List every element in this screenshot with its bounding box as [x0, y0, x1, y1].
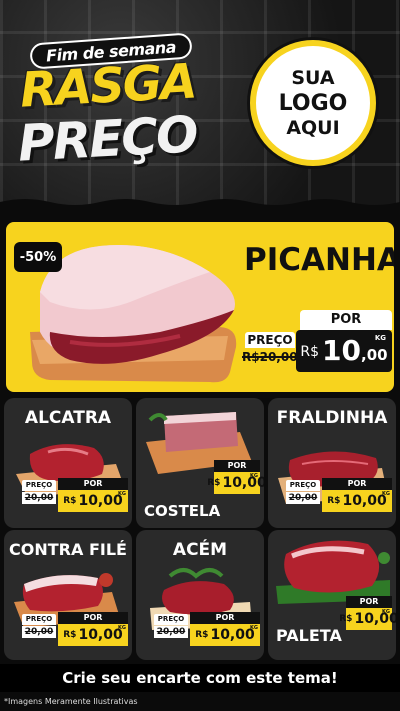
price-currency: R$ — [63, 630, 77, 640]
featured-preco-label: PREÇO — [245, 332, 295, 348]
logo-line-2: LOGO — [278, 90, 348, 116]
product-name: FRALDINHA — [276, 408, 388, 428]
disclaimer-text: *Imagens Meramente Ilustrativas — [4, 697, 138, 706]
featured-price: R$ 10 ,00 KG — [296, 330, 392, 372]
por-label: POR — [214, 460, 260, 472]
featured-price-decimal: ,00 — [361, 346, 388, 364]
featured-old-price: R$20,00 — [242, 350, 298, 364]
header-wave-divider — [0, 199, 400, 216]
price-tag: R$ 10,00 KG — [207, 472, 264, 494]
featured-product-name: PICANHA — [244, 242, 394, 278]
price-unit: KG — [250, 473, 258, 479]
price-tag: R$ 10,00 KG — [58, 490, 128, 512]
price-unit: KG — [250, 625, 258, 631]
preco-label: PREÇO — [154, 614, 188, 625]
price-value: 10,00 — [78, 493, 123, 509]
price-currency: R$ — [207, 478, 221, 488]
price-currency: R$ — [195, 630, 209, 640]
price-unit: KG — [382, 609, 390, 615]
logo-line-1: SUA — [291, 66, 335, 89]
por-label: POR — [346, 596, 392, 608]
featured-product-card[interactable]: -50% PICANHA POR PREÇO R$20,00 R$ 10 ,00… — [6, 222, 394, 392]
featured-price-integer: 10 — [322, 334, 362, 367]
old-price: 20,00 — [22, 626, 56, 638]
logo-line-3: AQUI — [286, 116, 340, 139]
title-preco: PREÇO — [16, 105, 198, 173]
price-value: 10,00 — [210, 627, 255, 643]
preco-label: PREÇO — [286, 480, 320, 491]
price-unit: KG — [118, 625, 126, 631]
preco-label: PREÇO — [22, 480, 56, 491]
por-label: POR — [322, 478, 392, 490]
por-label: POR — [58, 478, 128, 490]
old-price: 20,00 — [286, 492, 320, 504]
product-card[interactable]: ALCATRA PREÇO 20,00 POR R$ 10,00 KG — [4, 398, 132, 528]
price-value: 10,00 — [342, 493, 387, 509]
product-card[interactable]: CONTRA FILÉ PREÇO 20,00 POR R$ 10,00 KG — [4, 530, 132, 660]
product-card[interactable]: ACÉM PREÇO 20,00 POR R$ 10,00 KG — [136, 530, 264, 660]
price-currency: R$ — [327, 496, 341, 506]
price-tag: R$ 10,00 KG — [322, 490, 392, 512]
price-tag: R$ 10,00 KG — [58, 624, 128, 646]
discount-badge: -50% — [14, 242, 62, 272]
product-card[interactable]: PALETA PREÇO 20,00 POR R$ 10,00 KG — [268, 530, 396, 660]
product-name: ALCATRA — [24, 408, 112, 428]
preco-label: PREÇO — [22, 614, 56, 625]
product-card[interactable]: COSTELA PREÇO 20,00 POR R$ 10,00 KG — [136, 398, 264, 528]
price-unit: KG — [382, 491, 390, 497]
product-card[interactable]: FRALDINHA PREÇO 20,00 POR R$ 10,00 KG — [268, 398, 396, 528]
price-value: 10,00 — [78, 627, 123, 643]
price-unit: KG — [118, 491, 126, 497]
price-tag: R$ 10,00 KG — [339, 608, 396, 630]
featured-unit: KG — [374, 334, 386, 342]
por-label: POR — [58, 612, 128, 624]
old-price: 20,00 — [154, 626, 188, 638]
product-name: COSTELA — [144, 502, 221, 520]
create-flyer-cta[interactable]: Crie seu encarte com este tema! — [0, 664, 400, 692]
featured-por-label: POR — [300, 310, 392, 330]
logo-placeholder[interactable]: SUA LOGO AQUI — [250, 40, 376, 166]
header-banner: Fim de semana RASGA PREÇO SUA LOGO AQUI — [0, 0, 400, 210]
featured-currency: R$ — [300, 344, 320, 360]
price-currency: R$ — [63, 496, 77, 506]
old-price: 20,00 — [22, 492, 56, 504]
price-tag: R$ 10,00 KG — [190, 624, 260, 646]
por-label: POR — [190, 612, 260, 624]
price-currency: R$ — [339, 614, 353, 624]
product-name: PALETA — [276, 626, 342, 645]
product-name: CONTRA FILÉ — [9, 540, 127, 559]
product-name: ACÉM — [172, 540, 228, 560]
